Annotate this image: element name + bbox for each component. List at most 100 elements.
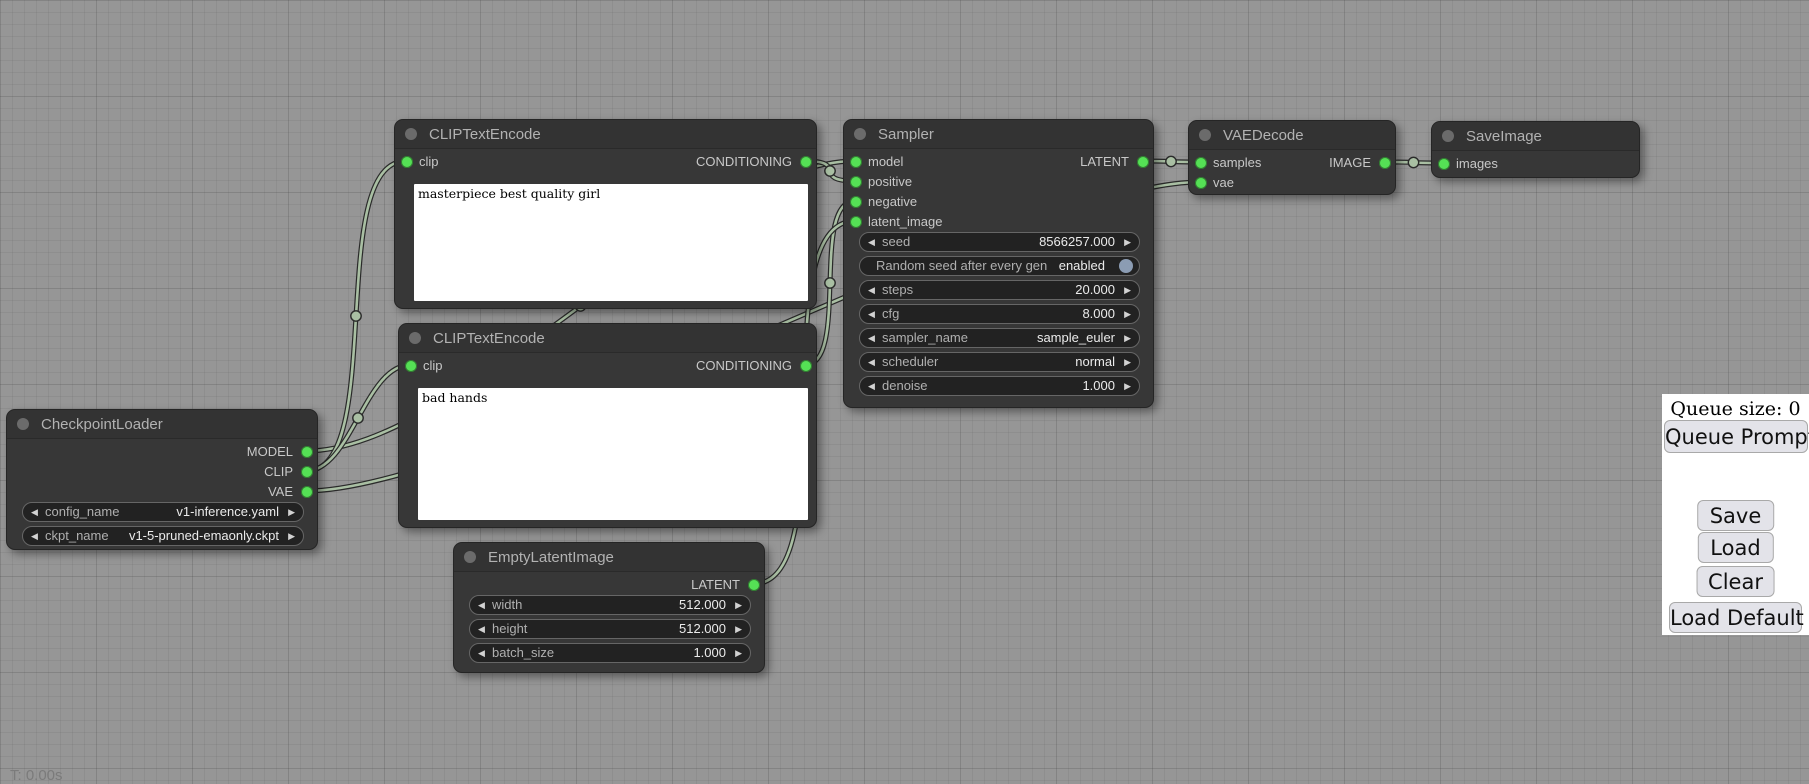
increment-arrow-icon[interactable]: ▶ [1124,377,1131,395]
widget-value: v1-inference.yaml [176,503,279,521]
input-port-samples[interactable] [1195,157,1207,169]
widget-height[interactable]: ◀height512.000▶ [469,619,751,639]
widget-value: 512.000 [679,620,726,638]
collapse-dot-icon[interactable] [464,551,476,563]
node-title-bar[interactable]: EmptyLatentImage [454,543,764,572]
output-slot-label: IMAGE [1329,153,1371,173]
widget-value: 1.000 [1082,377,1115,395]
queue-prompt-button[interactable]: Queue Prompt [1664,420,1808,453]
node-title-bar[interactable]: CheckpointLoader [7,410,317,439]
widget-seed[interactable]: ◀seed8566257.000▶ [859,232,1140,252]
output-port-latent[interactable] [1137,156,1149,168]
decrement-arrow-icon[interactable]: ◀ [478,596,485,614]
increment-arrow-icon[interactable]: ▶ [1124,281,1131,299]
output-port-latent[interactable] [748,579,760,591]
widget-value: 20.000 [1075,281,1115,299]
collapse-dot-icon[interactable] [1199,129,1211,141]
decrement-arrow-icon[interactable]: ◀ [868,353,875,371]
node-title: CLIPTextEncode [429,126,541,143]
decrement-arrow-icon[interactable]: ◀ [478,644,485,662]
increment-arrow-icon[interactable]: ▶ [1124,305,1131,323]
decrement-arrow-icon[interactable]: ◀ [868,377,875,395]
collapse-dot-icon[interactable] [1442,130,1454,142]
clear-button[interactable]: Clear [1696,566,1775,597]
node-title-bar[interactable]: Sampler [844,120,1153,149]
node-vae-decode[interactable]: VAEDecodesamplesIMAGEvae [1188,120,1396,195]
output-port-model[interactable] [301,446,313,458]
node-title: CLIPTextEncode [433,330,545,347]
node-empty-latent-image[interactable]: EmptyLatentImageLATENT◀width512.000▶◀hei… [453,542,765,673]
toggle-icon[interactable] [1119,259,1133,273]
input-slot-label: latent_image [868,212,942,232]
increment-arrow-icon[interactable]: ▶ [1124,233,1131,251]
increment-arrow-icon[interactable]: ▶ [1124,329,1131,347]
node-title-bar[interactable]: CLIPTextEncode [395,120,816,149]
widget-steps[interactable]: ◀steps20.000▶ [859,280,1140,300]
increment-arrow-icon[interactable]: ▶ [288,527,295,545]
increment-arrow-icon[interactable]: ▶ [288,503,295,521]
widget-sampler-name[interactable]: ◀sampler_namesample_euler▶ [859,328,1140,348]
widget-label: width [492,596,522,614]
execution-time-label: T: 0.00s [10,767,63,784]
node-clip-text-encode-negative[interactable]: CLIPTextEncodeclipCONDITIONINGbad hands [398,323,817,528]
widget-value: 8.000 [1082,305,1115,323]
decrement-arrow-icon[interactable]: ◀ [868,233,875,251]
increment-arrow-icon[interactable]: ▶ [735,596,742,614]
input-port-vae[interactable] [1195,177,1207,189]
decrement-arrow-icon[interactable]: ◀ [868,329,875,347]
node-title-bar[interactable]: SaveImage [1432,122,1639,151]
input-port-clip[interactable] [405,360,417,372]
node-save-image[interactable]: SaveImageimages [1431,121,1640,178]
output-port-conditioning[interactable] [800,156,812,168]
output-port-conditioning[interactable] [800,360,812,372]
increment-arrow-icon[interactable]: ▶ [735,620,742,638]
increment-arrow-icon[interactable]: ▶ [735,644,742,662]
node-clip-text-encode-positive[interactable]: CLIPTextEncodeclipCONDITIONINGmasterpiec… [394,119,817,309]
node-checkpoint-loader[interactable]: CheckpointLoaderMODELCLIPVAE◀config_name… [6,409,318,550]
link-wire [306,161,406,471]
output-slot-label: LATENT [691,575,740,595]
widget-config-name[interactable]: ◀ config_name v1-inference.yaml ▶ [22,502,304,522]
decrement-arrow-icon[interactable]: ◀ [868,281,875,299]
prompt-textarea[interactable]: bad hands [418,388,808,520]
input-port-latent-image[interactable] [850,216,862,228]
input-port-clip[interactable] [401,156,413,168]
decrement-arrow-icon[interactable]: ◀ [31,527,38,545]
output-port-clip[interactable] [301,466,313,478]
increment-arrow-icon[interactable]: ▶ [1124,353,1131,371]
widget-denoise[interactable]: ◀denoise1.000▶ [859,376,1140,396]
load-button[interactable]: Load [1697,532,1773,563]
node-title-bar[interactable]: VAEDecode [1189,121,1395,150]
collapse-dot-icon[interactable] [405,128,417,140]
node-title-bar[interactable]: CLIPTextEncode [399,324,816,353]
node-sampler[interactable]: SamplermodelLATENTpositivenegativelatent… [843,119,1154,408]
widget-width[interactable]: ◀width512.000▶ [469,595,751,615]
widget-ckpt-name[interactable]: ◀ckpt_namev1-5-pruned-emaonly.ckpt▶ [22,526,304,546]
widget-label: config_name [45,503,119,521]
collapse-dot-icon[interactable] [17,418,29,430]
widget-random-seed-after-every-gen[interactable]: Random seed after every genenabled [859,256,1140,276]
decrement-arrow-icon[interactable]: ◀ [31,503,38,521]
prompt-textarea[interactable]: masterpiece best quality girl [414,184,808,301]
save-button[interactable]: Save [1697,500,1775,531]
output-port-vae[interactable] [301,486,313,498]
widget-cfg[interactable]: ◀cfg8.000▶ [859,304,1140,324]
widget-label: scheduler [882,353,938,371]
input-port-images[interactable] [1438,158,1450,170]
link-midpoint-dot [1166,156,1176,166]
load-default-button[interactable]: Load Default [1669,602,1802,633]
widget-label: batch_size [492,644,554,662]
link-midpoint-dot [351,311,361,321]
input-slot-label: clip [423,356,443,376]
input-slot-label: clip [419,152,439,172]
collapse-dot-icon[interactable] [409,332,421,344]
collapse-dot-icon[interactable] [854,128,866,140]
input-port-positive[interactable] [850,176,862,188]
widget-batch-size[interactable]: ◀batch_size1.000▶ [469,643,751,663]
decrement-arrow-icon[interactable]: ◀ [868,305,875,323]
input-port-model[interactable] [850,156,862,168]
input-port-negative[interactable] [850,196,862,208]
decrement-arrow-icon[interactable]: ◀ [478,620,485,638]
output-port-image[interactable] [1379,157,1391,169]
widget-scheduler[interactable]: ◀schedulernormal▶ [859,352,1140,372]
